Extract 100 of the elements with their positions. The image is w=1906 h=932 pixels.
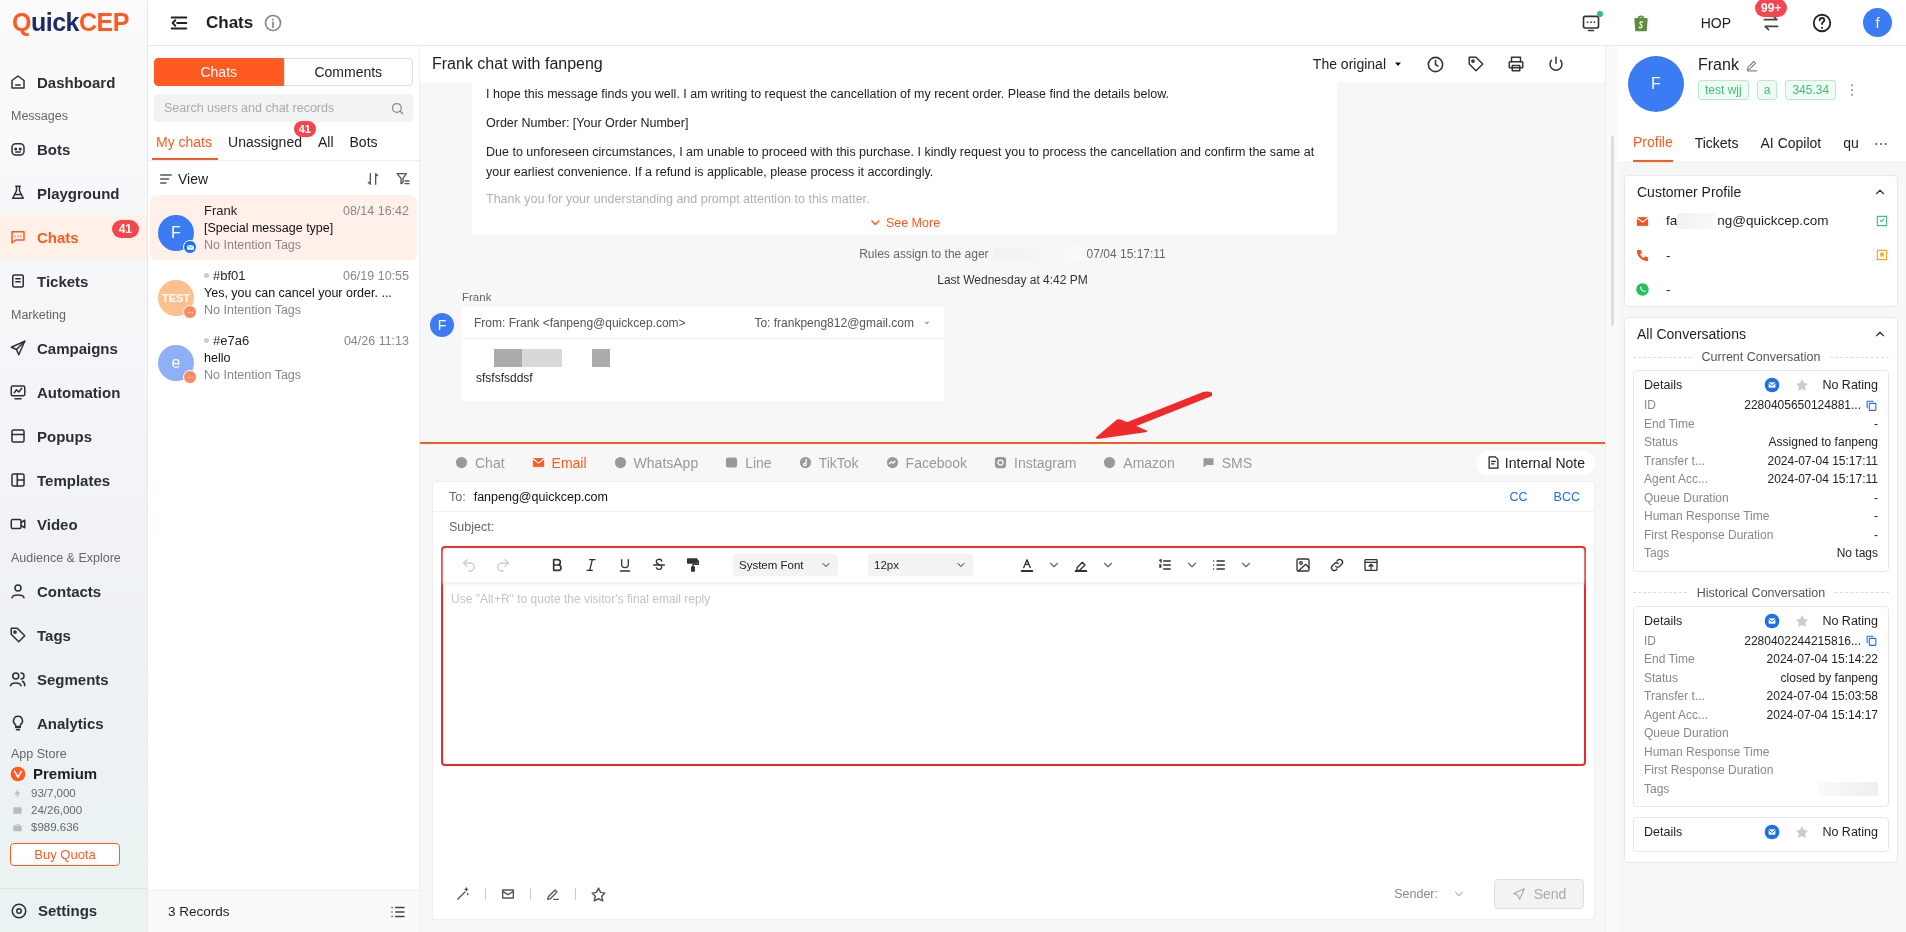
nav-item[interactable]: Tickets — [0, 259, 147, 303]
editor-input[interactable]: Use "Alt+R" to quote the visitor's final email reply — [443, 582, 1584, 764]
field-label: Human Response Time — [1644, 744, 1771, 759]
customer-name: Frank — [1698, 56, 1739, 74]
filter-tab[interactable]: Unassigned — [224, 134, 308, 160]
field-value: closed by fanpeng — [1780, 670, 1878, 685]
image-icon[interactable] — [1295, 557, 1311, 573]
tab[interactable]: Comments — [283, 58, 413, 86]
nav-item[interactable]: Segments — [0, 657, 147, 701]
email-address: ng@quickcep.com — [1717, 213, 1829, 229]
size-dropdown[interactable]: 12px — [868, 554, 973, 576]
message-editor[interactable]: System Font 12px Use "Alt+R" to quote the visitor's final email reply — [441, 546, 1586, 766]
nav-item[interactable]: Analytics — [0, 701, 147, 745]
envelope-icon[interactable] — [500, 886, 516, 902]
tab[interactable]: Tickets — [1694, 127, 1739, 161]
search-field[interactable]: Search users and chat records — [154, 94, 413, 122]
text-color-icon[interactable] — [1019, 557, 1035, 573]
sort-icon[interactable] — [365, 171, 381, 187]
v-badge-icon — [10, 765, 26, 782]
document-icon — [9, 272, 27, 290]
field-label: Tags — [1644, 546, 1671, 561]
email-paragraph: Due to unforeseen circumstances, I am unable to proceed with this purchase. I kindly request you to process the cancellation and confirm the same at your earliest convenience. If a refund is applicable, please process it accordingly. — [486, 144, 1316, 181]
nav-item[interactable]: Contacts — [0, 569, 147, 613]
upload-icon[interactable] — [1363, 557, 1379, 573]
conversation-item[interactable]: F Frank 08/14 16:42 [Special message type] No Intention Tags — [150, 195, 417, 260]
copy-icon[interactable] — [1865, 634, 1878, 648]
search-input[interactable]: Search users and chat records — [162, 100, 390, 116]
info-icon[interactable] — [263, 12, 284, 33]
field-label: End Time — [1644, 416, 1696, 431]
view-label[interactable]: View — [178, 171, 209, 187]
subject-field[interactable]: Subject: — [433, 512, 1594, 542]
strikethrough-icon[interactable] — [651, 557, 667, 573]
history-icon[interactable] — [1426, 54, 1445, 74]
numbered-list-icon[interactable] — [1157, 557, 1173, 573]
usage-count: $989.636 — [31, 821, 79, 833]
field-label: Queue Duration — [1644, 726, 1730, 741]
field-label: ID — [1644, 398, 1657, 413]
nav-item[interactable]: Bots — [0, 127, 147, 171]
paper-plane-icon — [9, 339, 27, 357]
power-icon[interactable] — [1547, 55, 1565, 73]
printer-icon[interactable] — [1507, 55, 1525, 73]
nav-item[interactable]: Templates — [0, 458, 147, 502]
tag: test wjj — [1698, 80, 1749, 100]
user-avatar[interactable]: f — [1863, 8, 1892, 37]
record-count: 3 Records — [168, 904, 230, 919]
tag-icon[interactable] — [1467, 55, 1485, 73]
bcc-link[interactable]: BCC — [1553, 489, 1580, 504]
messenger-icon[interactable] — [884, 455, 900, 470]
magic-wand-icon[interactable] — [455, 886, 471, 902]
bullet-list-icon[interactable] — [1211, 557, 1227, 573]
translation-dropdown[interactable]: The original — [1312, 56, 1404, 72]
envelope-icon — [1764, 377, 1781, 393]
paint-roller-icon[interactable] — [685, 557, 701, 573]
filter-tab[interactable]: Bots — [345, 134, 384, 160]
nav-item[interactable]: Automation — [0, 370, 147, 414]
email-paragraph: Thank you for your understanding and prompt attention to this matter. — [486, 191, 871, 208]
nav-item[interactable]: Playground — [0, 171, 147, 215]
conversation-item[interactable]: e #e7a6 04/26 11:13 hello No Intention Tags — [150, 325, 417, 390]
nav-item[interactable]: Video — [0, 502, 147, 546]
from-address: From: Frank <fanpeng@quickcep.com> — [474, 315, 686, 330]
underline-icon[interactable] — [617, 557, 633, 573]
section-label: Audience & Explore — [10, 550, 122, 567]
tags-label: No Intention Tags — [204, 303, 303, 317]
field-label: Sender: — [1394, 887, 1438, 901]
tab[interactable]: qu — [1843, 127, 1859, 161]
link-icon[interactable] — [1329, 557, 1345, 573]
to-address: To: frankpeng812@gmail.com — [754, 315, 914, 330]
email-paragraph: I hope this message finds you well. I am writing to request the cancellation of my recent order. Please find the details below. — [486, 86, 1170, 103]
nav-item[interactable]: Campaigns — [0, 326, 147, 370]
nav-item[interactable]: Dashboard — [0, 60, 147, 104]
contact-name: #bf01 — [213, 268, 246, 283]
star-icon[interactable] — [590, 885, 607, 903]
count-badge: 99+ — [1755, 0, 1788, 17]
nav-item[interactable]: Chats 41 — [0, 215, 147, 259]
recipient-field[interactable]: fanpeng@quickcep.com — [473, 489, 608, 504]
conversation-title: Frank chat with fanpeng — [432, 55, 603, 73]
nav-item[interactable]: Tags — [0, 613, 147, 657]
italic-icon[interactable] — [583, 557, 599, 573]
note-icon[interactable] — [1485, 455, 1501, 470]
field-value: - — [1874, 527, 1878, 542]
camera-icon[interactable] — [993, 455, 1009, 470]
edit-icon[interactable] — [1744, 58, 1759, 72]
music-note-icon[interactable] — [797, 455, 813, 470]
help-icon[interactable] — [1811, 11, 1833, 34]
conversation-item[interactable]: TEST #bf01 06/19 10:55 Yes, you can cancel your order. ... No Intention Tags — [150, 260, 417, 325]
copy-icon[interactable] — [1865, 398, 1878, 412]
internal-note-button[interactable]: Internal Note — [1475, 450, 1595, 475]
settings-item[interactable]: Settings — [0, 888, 147, 932]
field-label: First Response Duration — [1644, 527, 1775, 542]
filter-icon[interactable] — [395, 171, 411, 187]
field-label: To: — [449, 489, 466, 504]
cc-link[interactable]: CC — [1509, 489, 1528, 504]
chat-square-icon[interactable] — [724, 455, 740, 470]
filter-tab[interactable]: All — [313, 134, 340, 160]
envelope-icon — [12, 804, 23, 816]
envelope-icon — [1764, 824, 1781, 840]
nav-item[interactable]: Popups — [0, 414, 147, 458]
avatar: F — [430, 313, 454, 337]
font-dropdown[interactable]: System Font — [733, 554, 838, 576]
tab[interactable]: AI Copilot — [1760, 127, 1822, 161]
